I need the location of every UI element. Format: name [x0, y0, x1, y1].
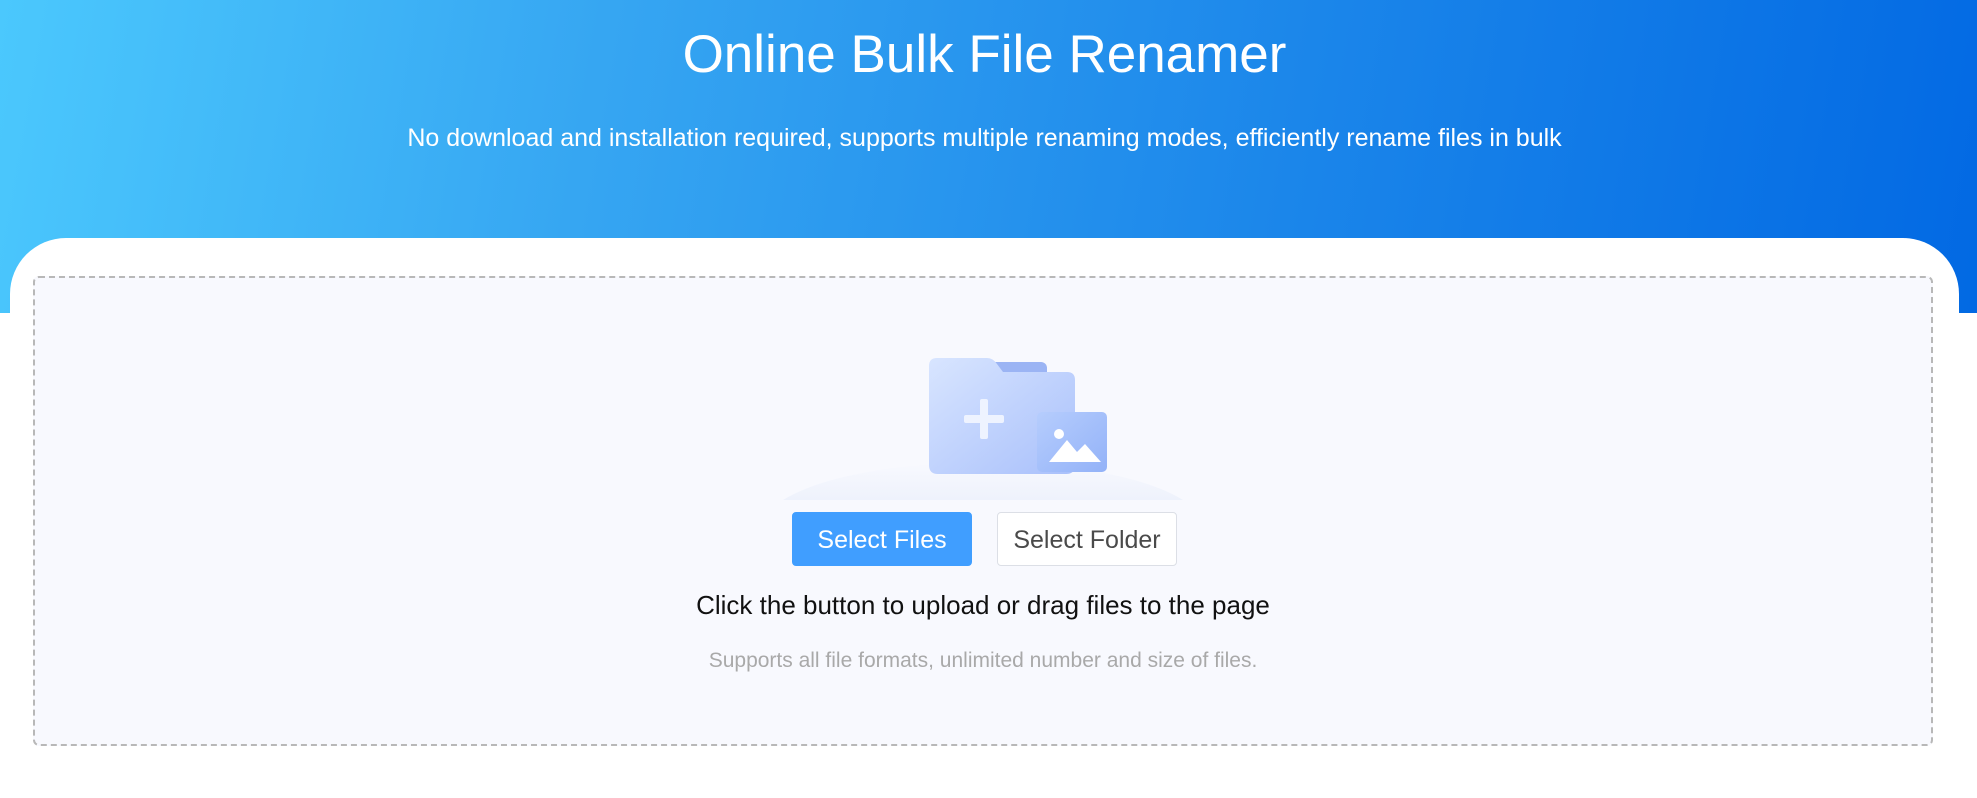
upload-hint: Click the button to upload or drag files… [696, 590, 1270, 620]
file-drop-zone[interactable]: Select Files Select Folder Click the but… [33, 276, 1933, 746]
select-files-button[interactable]: Select Files [792, 512, 972, 566]
select-folder-button[interactable]: Select Folder [997, 512, 1177, 566]
page-subtitle: No download and installation required, s… [407, 124, 1562, 152]
page-title: Online Bulk File Renamer [682, 25, 1287, 84]
upload-sub-hint: Supports all file formats, unlimited num… [708, 649, 1258, 672]
folder-add-image-icon [753, 354, 1213, 504]
